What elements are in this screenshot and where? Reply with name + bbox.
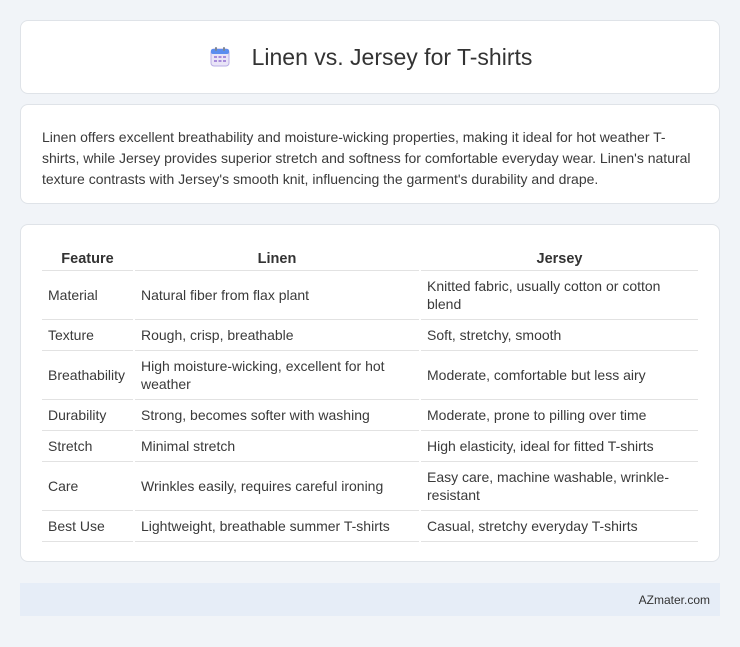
summary-text: Linen offers excellent breathability and… — [42, 129, 691, 187]
linen-cell: Minimal stretch — [133, 430, 420, 462]
comparison-card: Feature Linen Jersey Material Natural fi… — [20, 224, 720, 562]
column-header-linen: Linen — [133, 245, 420, 271]
table-row: Breathability High moisture-wicking, exc… — [42, 350, 698, 400]
jersey-cell: Knitted fabric, usually cotton or cotton… — [419, 270, 698, 320]
title-card: Linen vs. Jersey for T-shirts — [20, 20, 720, 94]
feature-cell: Material — [42, 270, 134, 320]
jersey-cell: Soft, stretchy, smooth — [419, 319, 698, 351]
footer-site-label: AZmater.com — [638, 592, 710, 607]
jersey-cell: Moderate, comfortable but less airy — [419, 350, 698, 400]
jersey-cell: Casual, stretchy everyday T-shirts — [419, 510, 698, 542]
summary-card: Linen offers excellent breathability and… — [20, 104, 720, 204]
feature-cell: Stretch — [42, 430, 134, 462]
linen-cell: Rough, crisp, breathable — [133, 319, 420, 351]
linen-cell: High moisture-wicking, excellent for hot… — [133, 350, 420, 400]
feature-cell: Durability — [42, 399, 134, 431]
jersey-cell: Moderate, prone to pilling over time — [419, 399, 698, 431]
column-header-jersey: Jersey — [419, 245, 698, 271]
feature-cell: Texture — [42, 319, 134, 351]
feature-cell: Care — [42, 461, 134, 511]
linen-cell: Strong, becomes softer with washing — [133, 399, 420, 431]
table-row: Material Natural fiber from flax plant K… — [42, 270, 698, 320]
page-title: Linen vs. Jersey for T-shirts — [251, 43, 533, 70]
linen-cell: Natural fiber from flax plant — [133, 270, 420, 320]
table-header-row: Feature Linen Jersey — [42, 245, 698, 271]
table-row: Care Wrinkles easily, requires careful i… — [42, 461, 698, 511]
jersey-cell: High elasticity, ideal for fitted T-shir… — [419, 430, 698, 462]
table-row: Stretch Minimal stretch High elasticity,… — [42, 430, 698, 462]
feature-cell: Breathability — [42, 350, 134, 400]
feature-cell: Best Use — [42, 510, 134, 542]
linen-cell: Wrinkles easily, requires careful ironin… — [133, 461, 420, 511]
jersey-cell: Easy care, machine washable, wrinkle-res… — [419, 461, 698, 511]
table-row: Best Use Lightweight, breathable summer … — [42, 510, 698, 542]
footer-bar: AZmater.com — [20, 583, 720, 616]
title-wrap: Linen vs. Jersey for T-shirts — [208, 43, 533, 71]
comparison-table: Feature Linen Jersey Material Natural fi… — [42, 245, 698, 542]
calendar-icon — [210, 47, 230, 67]
table-row: Durability Strong, becomes softer with w… — [42, 399, 698, 431]
linen-cell: Lightweight, breathable summer T-shirts — [133, 510, 420, 542]
table-row: Texture Rough, crisp, breathable Soft, s… — [42, 319, 698, 351]
column-header-feature: Feature — [42, 245, 134, 271]
